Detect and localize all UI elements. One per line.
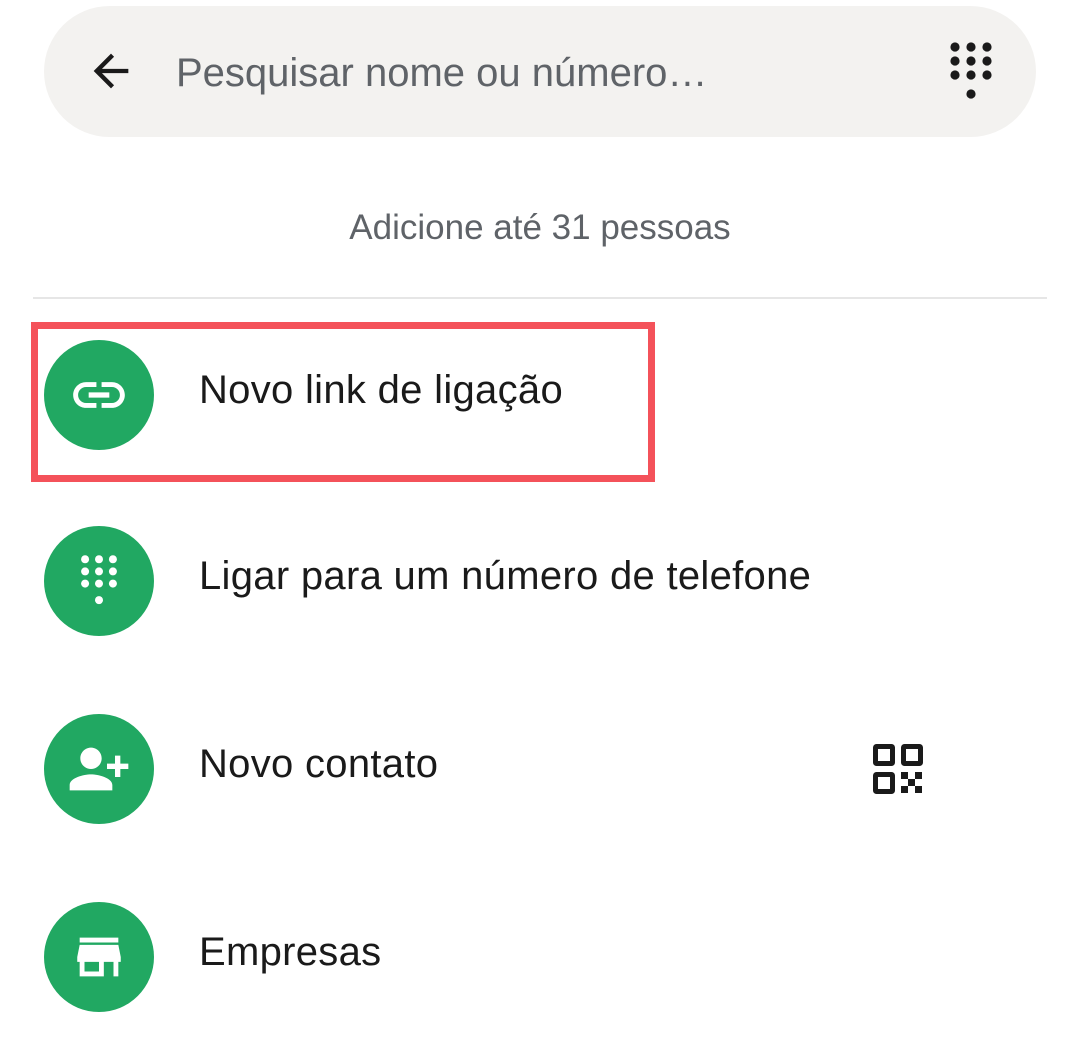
link-icon — [73, 382, 125, 408]
businesses-avatar — [44, 902, 154, 1012]
dialpad-icon — [950, 42, 992, 99]
new-call-link-avatar — [44, 340, 154, 450]
new-contact-label: Novo contato — [199, 742, 439, 786]
new-contact-row[interactable]: Novo contato — [0, 714, 1080, 824]
person-add-icon — [69, 747, 129, 791]
divider — [33, 297, 1047, 299]
qr-code-button[interactable] — [862, 736, 934, 802]
dialpad-icon — [81, 555, 117, 605]
storefront-icon — [77, 937, 121, 977]
call-phone-number-avatar — [44, 526, 154, 636]
search-input[interactable] — [176, 38, 896, 108]
new-call-link-label: Novo link de ligação — [199, 368, 563, 412]
businesses-label: Empresas — [199, 930, 382, 974]
call-phone-number-row[interactable]: Ligar para um número de telefone — [0, 526, 1080, 636]
qr-code-icon — [873, 744, 923, 794]
call-phone-number-label: Ligar para um número de telefone — [199, 554, 812, 598]
businesses-row[interactable]: Empresas — [0, 902, 1080, 1012]
new-contact-avatar — [44, 714, 154, 824]
back-button[interactable] — [78, 38, 144, 104]
dialpad-button[interactable] — [936, 34, 1006, 110]
arrow-back-icon — [93, 53, 129, 89]
new-call-link-row[interactable]: Novo link de ligação — [0, 340, 1080, 450]
participant-limit-hint: Adicione até 31 pessoas — [349, 208, 731, 247]
